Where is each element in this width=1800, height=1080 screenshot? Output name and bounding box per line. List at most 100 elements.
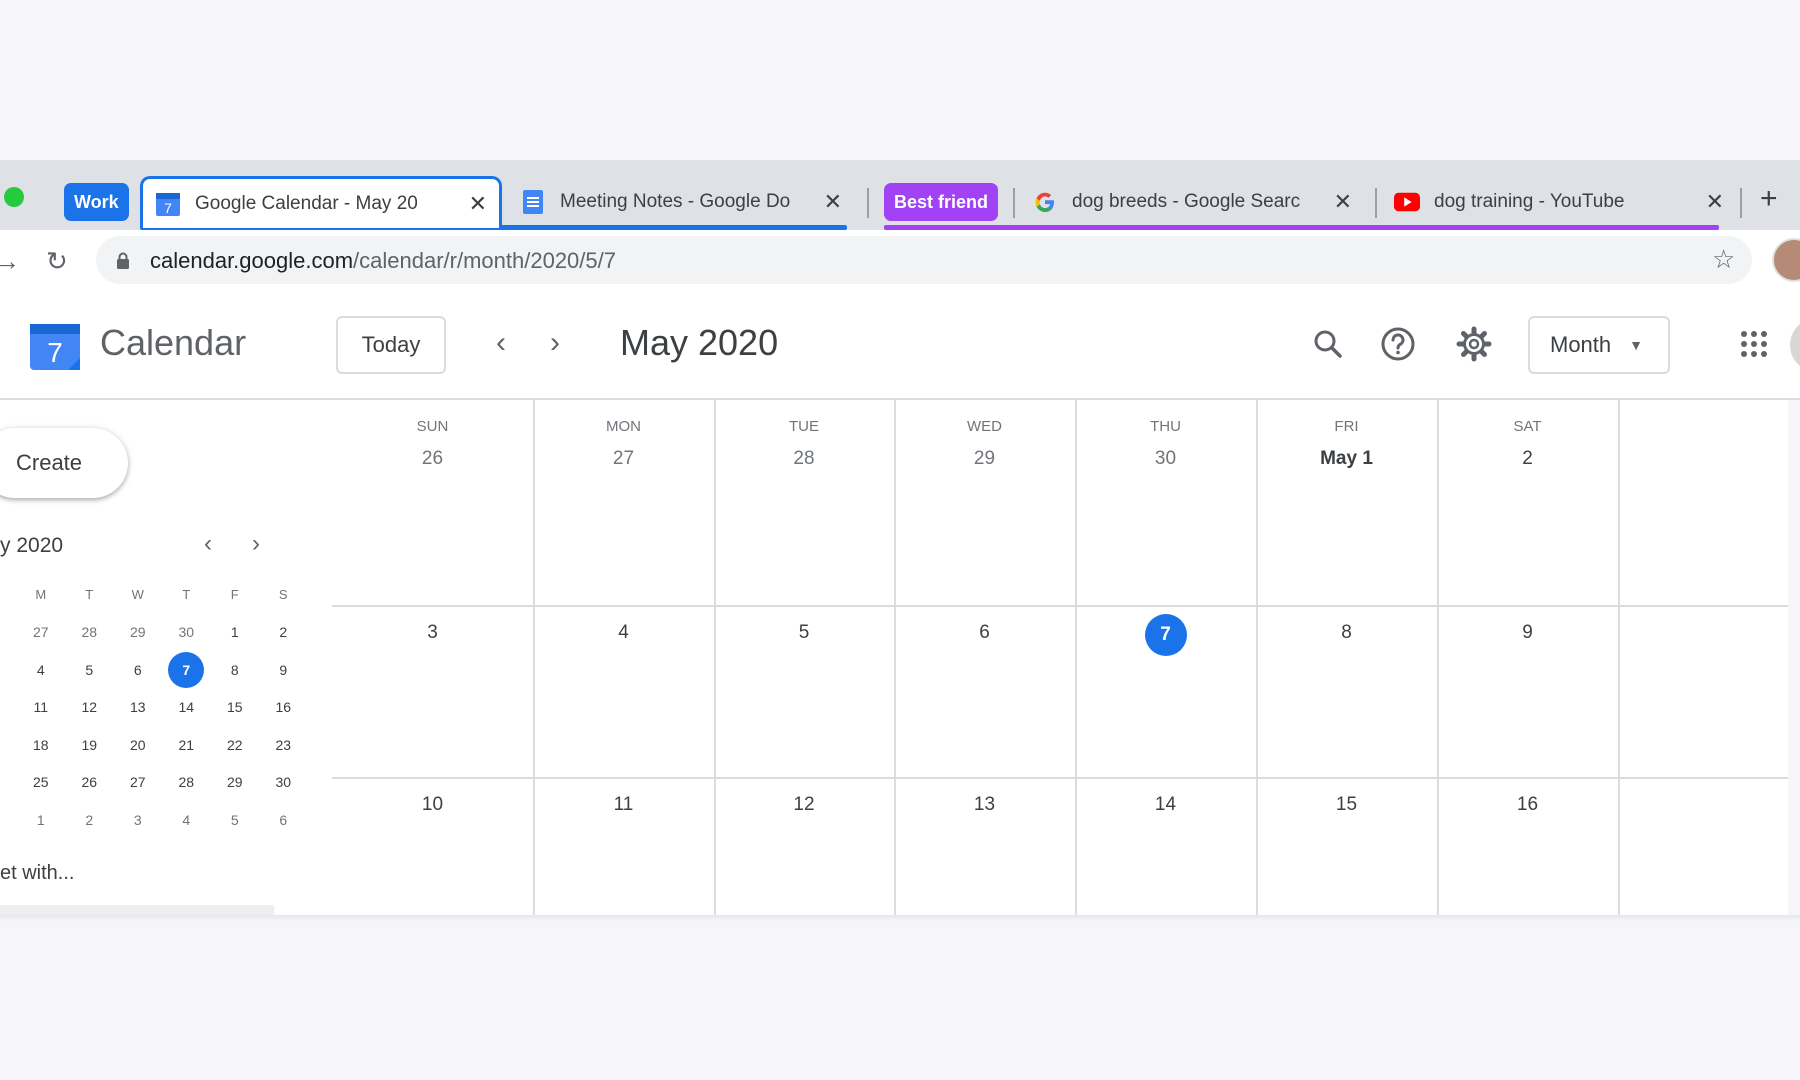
day-cell[interactable] xyxy=(1437,400,1618,605)
day-number[interactable]: 14 xyxy=(1062,794,1269,816)
day-number[interactable]: 11 xyxy=(520,794,727,816)
mini-day-cell[interactable]: 26 xyxy=(65,764,114,802)
mini-day-cell[interactable]: 30 xyxy=(162,614,211,652)
day-number[interactable]: 8 xyxy=(1243,622,1450,644)
mini-day-cell[interactable]: 24 xyxy=(0,764,17,802)
mini-day-cell[interactable]: 29 xyxy=(114,614,163,652)
mini-day-cell[interactable]: 26 xyxy=(0,614,17,652)
mini-chevron-left-icon[interactable]: ‹ xyxy=(204,530,212,558)
day-number[interactable]: 29 xyxy=(881,448,1088,470)
day-number[interactable]: 16 xyxy=(1424,794,1631,816)
today-button[interactable]: Today xyxy=(336,316,446,374)
window-maximize-button[interactable] xyxy=(4,187,24,207)
tab-title: dog training - YouTube xyxy=(1434,191,1625,212)
chevron-right-icon[interactable]: › xyxy=(550,326,560,360)
mini-day-cell[interactable]: 19 xyxy=(65,726,114,764)
mini-day-cell[interactable]: 13 xyxy=(114,689,163,727)
mini-day-cell[interactable]: 10 xyxy=(0,689,17,727)
day-cell[interactable] xyxy=(1256,400,1437,605)
mini-day-cell[interactable]: 28 xyxy=(65,614,114,652)
mini-day-cell[interactable]: 12 xyxy=(65,689,114,727)
tab-google-calendar[interactable]: 7 Google Calendar - May 20 ✕ xyxy=(140,176,502,228)
star-icon[interactable]: ☆ xyxy=(1712,244,1735,275)
new-tab-icon[interactable]: + xyxy=(1760,182,1778,216)
day-number[interactable]: 9 xyxy=(1424,622,1631,644)
tab-dog-breeds[interactable]: dog breeds - Google Searc ✕ xyxy=(1020,176,1364,228)
forward-icon[interactable]: → xyxy=(0,246,20,277)
day-number[interactable]: 12 xyxy=(701,794,908,816)
day-number[interactable]: 10 xyxy=(329,794,536,816)
mini-day-cell[interactable]: 8 xyxy=(211,651,260,689)
mini-day-cell[interactable]: 5 xyxy=(211,801,260,839)
mini-day-cell[interactable]: 2 xyxy=(65,801,114,839)
gear-icon[interactable] xyxy=(1450,320,1498,368)
reload-icon[interactable]: ↻ xyxy=(46,246,68,277)
mini-day-cell[interactable]: 20 xyxy=(114,726,163,764)
view-select-dropdown[interactable]: Month ▼ xyxy=(1528,316,1670,374)
mini-day-cell[interactable]: 22 xyxy=(211,726,260,764)
search-icon[interactable] xyxy=(1304,320,1352,368)
mini-day-cell[interactable]: 23 xyxy=(259,726,308,764)
mini-day-cell[interactable]: 17 xyxy=(0,726,17,764)
day-cell[interactable] xyxy=(533,400,714,605)
mini-chevron-right-icon[interactable]: › xyxy=(252,530,260,558)
mini-day-cell[interactable]: 28 xyxy=(162,764,211,802)
day-number[interactable]: 2 xyxy=(1424,448,1631,470)
tab-group-best-friend[interactable]: Best friend xyxy=(884,183,999,221)
day-number[interactable]: 30 xyxy=(1062,448,1269,470)
url-text[interactable]: calendar.google.com/calendar/r/month/202… xyxy=(150,248,616,274)
day-cell[interactable] xyxy=(332,400,533,605)
mini-day-cell[interactable]: 16 xyxy=(259,689,308,727)
mini-day-cell[interactable]: 11 xyxy=(17,689,66,727)
mini-day-cell[interactable]: 25 xyxy=(17,764,66,802)
close-icon[interactable]: ✕ xyxy=(1706,189,1724,215)
help-icon[interactable] xyxy=(1374,320,1422,368)
day-number[interactable]: 13 xyxy=(881,794,1088,816)
day-number[interactable]: 7 xyxy=(1062,614,1269,656)
mini-day-cell[interactable]: 2 xyxy=(259,614,308,652)
mini-day-cell[interactable]: 15 xyxy=(211,689,260,727)
day-cell[interactable] xyxy=(714,400,894,605)
mini-day-cell[interactable]: 6 xyxy=(114,651,163,689)
tab-dog-training[interactable]: dog training - YouTube ✕ xyxy=(1382,176,1736,228)
mini-day-cell[interactable]: 3 xyxy=(114,801,163,839)
day-cell[interactable] xyxy=(1075,400,1256,605)
day-number[interactable]: 15 xyxy=(1243,794,1450,816)
close-icon[interactable]: ✕ xyxy=(469,191,487,217)
lock-icon[interactable] xyxy=(116,252,130,270)
day-number[interactable]: 27 xyxy=(520,448,727,470)
mini-day-cell[interactable]: 27 xyxy=(114,764,163,802)
apps-grid-icon[interactable] xyxy=(1730,320,1778,368)
day-number[interactable]: 4 xyxy=(520,622,727,644)
chevron-left-icon[interactable]: ‹ xyxy=(496,326,506,360)
day-number[interactable]: 6 xyxy=(881,622,1088,644)
day-number[interactable]: 26 xyxy=(329,448,536,470)
mini-day-cell[interactable]: 3 xyxy=(0,651,17,689)
mini-day-cell[interactable]: 14 xyxy=(162,689,211,727)
mini-day-cell[interactable]: 1 xyxy=(211,614,260,652)
create-button[interactable]: Create xyxy=(0,428,128,498)
close-icon[interactable]: ✕ xyxy=(1334,189,1352,215)
tab-meeting-notes[interactable]: Meeting Notes - Google Do ✕ xyxy=(508,176,854,228)
day-cell[interactable] xyxy=(894,400,1075,605)
mini-day-cell[interactable]: 7 xyxy=(162,651,211,689)
close-icon[interactable]: ✕ xyxy=(824,189,842,215)
mini-day-cell[interactable]: 9 xyxy=(259,651,308,689)
day-number[interactable]: 5 xyxy=(701,622,908,644)
mini-day-cell[interactable]: 21 xyxy=(162,726,211,764)
mini-day-cell[interactable]: 30 xyxy=(259,764,308,802)
mini-day-cell[interactable]: 4 xyxy=(17,651,66,689)
meet-with-label[interactable]: et with... xyxy=(0,862,74,885)
mini-day-cell[interactable]: 4 xyxy=(162,801,211,839)
mini-day-cell[interactable]: 5 xyxy=(65,651,114,689)
mini-day-cell[interactable]: 29 xyxy=(211,764,260,802)
day-number[interactable]: 28 xyxy=(701,448,908,470)
day-number[interactable]: May 1 xyxy=(1243,448,1450,470)
mini-day-cell[interactable]: 27 xyxy=(17,614,66,652)
mini-day-cell[interactable]: 6 xyxy=(259,801,308,839)
mini-day-cell[interactable]: 1 xyxy=(17,801,66,839)
mini-day-cell[interactable]: 18 xyxy=(17,726,66,764)
tab-group-work[interactable]: Work xyxy=(64,183,129,221)
mini-day-cell[interactable]: 31 xyxy=(0,801,17,839)
day-number[interactable]: 3 xyxy=(329,622,536,644)
